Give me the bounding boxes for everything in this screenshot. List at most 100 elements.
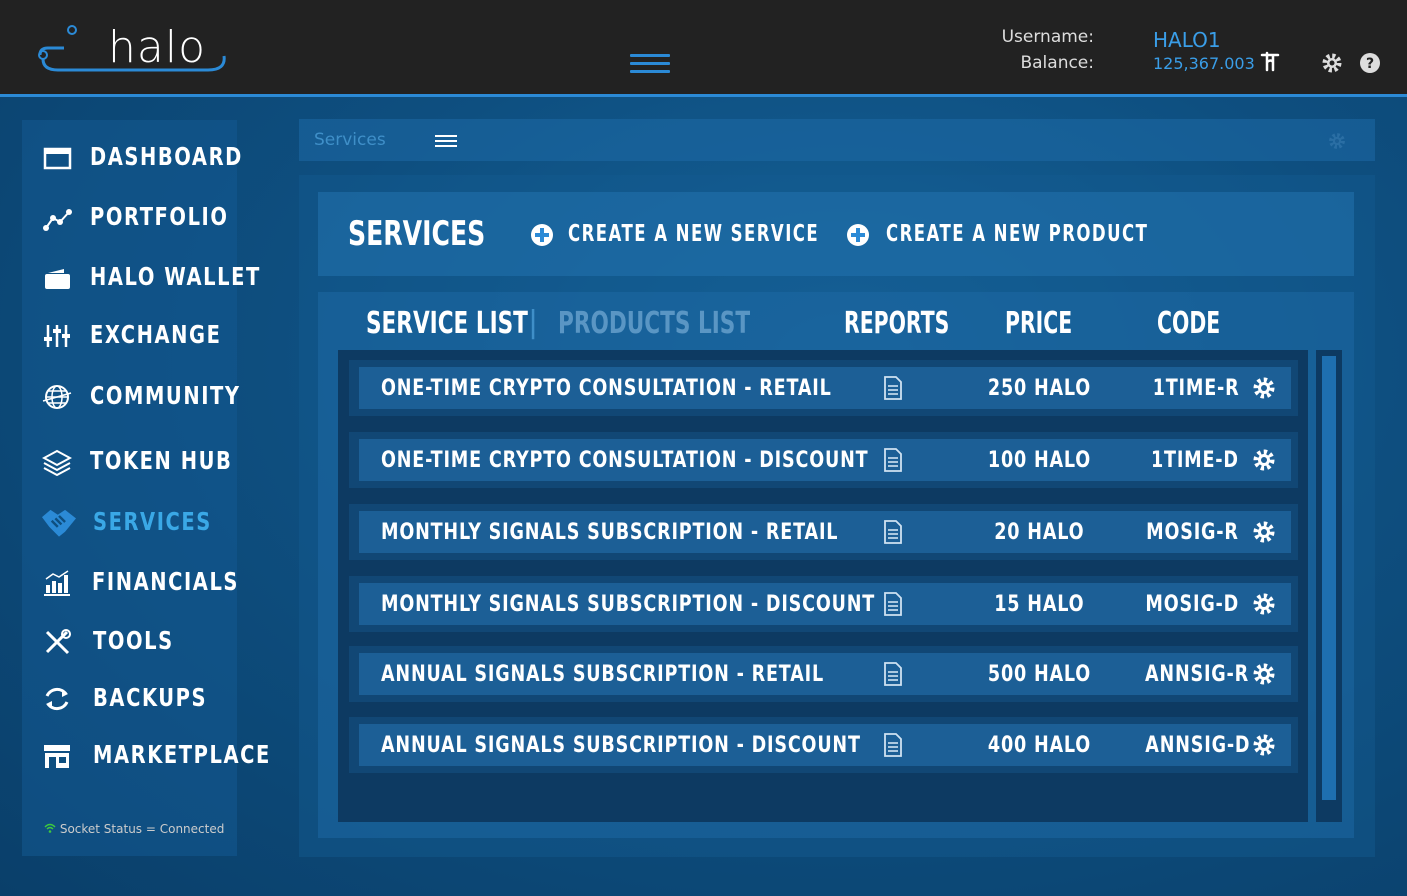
report-document-icon[interactable] [883, 733, 903, 757]
service-code-text: MOSIG-D [1145, 592, 1239, 617]
panel-settings-gear-icon[interactable] [1327, 131, 1347, 151]
sidebar-item-halo-wallet[interactable]: HALO WALLET [22, 258, 259, 298]
logo-text: halo [108, 22, 206, 73]
sidebar-item-label: MARKETPLACE [93, 740, 271, 769]
username-label: Username: [1001, 27, 1094, 47]
table-row-bar: ANNUAL SIGNALS SUBSCRIPTION - RETAIL 500… [359, 653, 1291, 695]
table-row-bar: ONE-TIME CRYPTO CONSULTATION - RETAIL 25… [359, 367, 1291, 409]
settings-gear-icon[interactable] [1320, 51, 1344, 75]
table-row[interactable]: MONTHLY SIGNALS SUBSCRIPTION - RETAIL 20… [349, 504, 1298, 560]
svg-text:?: ? [1366, 56, 1374, 72]
row-settings-gear-icon[interactable] [1252, 592, 1276, 616]
socket-status: Socket Status = Connected [44, 822, 224, 836]
column-header-reports: REPORTS [844, 306, 950, 341]
tab-separator: | [528, 305, 539, 340]
sidebar-item-exchange[interactable]: EXCHANGE [22, 316, 237, 356]
sidebar-item-label: HALO WALLET [90, 262, 261, 291]
menu-bar [630, 70, 670, 73]
service-name: MONTHLY SIGNALS SUBSCRIPTION - RETAIL [381, 520, 839, 545]
service-code-text: 1TIME-R [1152, 376, 1239, 401]
service-name: ONE-TIME CRYPTO CONSULTATION - RETAIL [381, 376, 832, 401]
report-document-icon[interactable] [883, 662, 903, 686]
service-price-text: 20 HALO [993, 520, 1085, 545]
panel-menu-button[interactable] [435, 135, 457, 147]
balance-label: Balance: [1020, 53, 1094, 73]
table-row-bar: MONTHLY SIGNALS SUBSCRIPTION - RETAIL 20… [359, 511, 1291, 553]
halo-logo[interactable]: halo [38, 18, 228, 78]
plus-circle-icon [531, 224, 553, 246]
sidebar-item-label: FINANCIALS [92, 567, 240, 596]
service-price: 15 HALO [939, 592, 1139, 617]
browser-window-icon [43, 147, 72, 170]
service-code-text: 1TIME-D [1151, 448, 1239, 473]
table-row[interactable]: ONE-TIME CRYPTO CONSULTATION - DISCOUNT … [349, 432, 1298, 488]
service-price: 400 HALO [939, 733, 1139, 758]
column-header-code: CODE [1157, 306, 1221, 341]
sidebar-item-tools[interactable]: TOOLS [22, 622, 237, 662]
report-document-icon[interactable] [883, 448, 903, 472]
sidebar-item-label: BACKUPS [93, 683, 208, 712]
service-code-text: MOSIG-R [1146, 520, 1239, 545]
service-name: MONTHLY SIGNALS SUBSCRIPTION - DISCOUNT [381, 592, 876, 617]
help-icon[interactable]: ? [1358, 51, 1382, 75]
table-row-bar: ONE-TIME CRYPTO CONSULTATION - DISCOUNT … [359, 439, 1291, 481]
layers-icon [42, 449, 72, 476]
create-service-button[interactable]: CREATE A NEW SERVICE [530, 220, 818, 250]
main-menu-button[interactable] [630, 54, 670, 76]
table-row[interactable]: ANNUAL SIGNALS SUBSCRIPTION - DISCOUNT 4… [349, 717, 1298, 773]
table-row-bar: MONTHLY SIGNALS SUBSCRIPTION - DISCOUNT … [359, 583, 1291, 625]
sidebar-item-portfolio[interactable]: PORTFOLIO [22, 198, 237, 238]
panel-title: Services [314, 130, 386, 150]
menu-bar [630, 62, 670, 65]
panel-header: Services [299, 119, 1375, 161]
report-document-icon[interactable] [883, 592, 903, 616]
report-document-icon[interactable] [883, 520, 903, 544]
sidebar-item-label: PORTFOLIO [90, 202, 229, 231]
sidebar-item-marketplace[interactable]: MARKETPLACE [22, 736, 269, 776]
sidebar-item-backups[interactable]: BACKUPS [22, 679, 237, 719]
service-price-text: 500 HALO [987, 662, 1091, 687]
row-settings-gear-icon[interactable] [1252, 662, 1276, 686]
service-price: 20 HALO [939, 520, 1139, 545]
column-header-price: PRICE [1005, 306, 1073, 341]
services-header: SERVICES CREATE A NEW SERVICE CREATE A N… [318, 192, 1354, 276]
tools-icon [45, 629, 71, 655]
sidebar-item-services[interactable]: SERVICES [22, 503, 237, 543]
row-settings-gear-icon[interactable] [1252, 448, 1276, 472]
service-code-text: ANNSIG-R [1145, 662, 1250, 687]
halo-currency-icon [1260, 51, 1280, 72]
sidebar-item-label: TOOLS [93, 626, 174, 655]
sidebar-item-financials[interactable]: FINANCIALS [22, 563, 237, 603]
table-row[interactable]: ONE-TIME CRYPTO CONSULTATION - RETAIL 25… [349, 360, 1298, 416]
report-document-icon[interactable] [883, 376, 903, 400]
tab-products-list[interactable]: PRODUCTS LIST [558, 306, 750, 341]
create-product-label: CREATE A NEW PRODUCT [886, 221, 1149, 247]
sidebar-item-community[interactable]: COMMUNITY [22, 377, 239, 417]
service-price: 250 HALO [939, 376, 1139, 401]
create-product-button[interactable]: CREATE A NEW PRODUCT [846, 220, 1147, 250]
service-price: 500 HALO [939, 662, 1139, 687]
services-title: SERVICES [348, 214, 486, 254]
menu-bar [630, 54, 670, 57]
table-row[interactable]: MONTHLY SIGNALS SUBSCRIPTION - DISCOUNT … [349, 576, 1298, 632]
scrollbar-thumb[interactable] [1322, 356, 1336, 800]
create-service-label: CREATE A NEW SERVICE [568, 221, 820, 247]
service-code: 1TIME-D [1119, 448, 1239, 473]
socket-status-text: Socket Status = Connected [59, 822, 225, 836]
table-row[interactable]: ANNUAL SIGNALS SUBSCRIPTION - RETAIL 500… [349, 646, 1298, 702]
username-value: HALO1 [1153, 28, 1221, 52]
row-settings-gear-icon[interactable] [1252, 733, 1276, 757]
refresh-icon [45, 687, 69, 711]
service-name: ANNUAL SIGNALS SUBSCRIPTION - DISCOUNT [381, 733, 861, 758]
sidebar-item-token-hub[interactable]: TOKEN HUB [22, 442, 237, 482]
row-settings-gear-icon[interactable] [1252, 520, 1276, 544]
row-settings-gear-icon[interactable] [1252, 376, 1276, 400]
wallet-icon [45, 269, 70, 289]
globe-icon [42, 385, 72, 409]
sidebar-item-label: EXCHANGE [90, 320, 222, 349]
service-price-text: 15 HALO [993, 592, 1085, 617]
sidebar-item-dashboard[interactable]: DASHBOARD [22, 138, 241, 178]
service-price: 100 HALO [939, 448, 1139, 473]
service-code: MOSIG-D [1119, 592, 1239, 617]
tab-service-list[interactable]: SERVICE LIST [366, 306, 528, 341]
